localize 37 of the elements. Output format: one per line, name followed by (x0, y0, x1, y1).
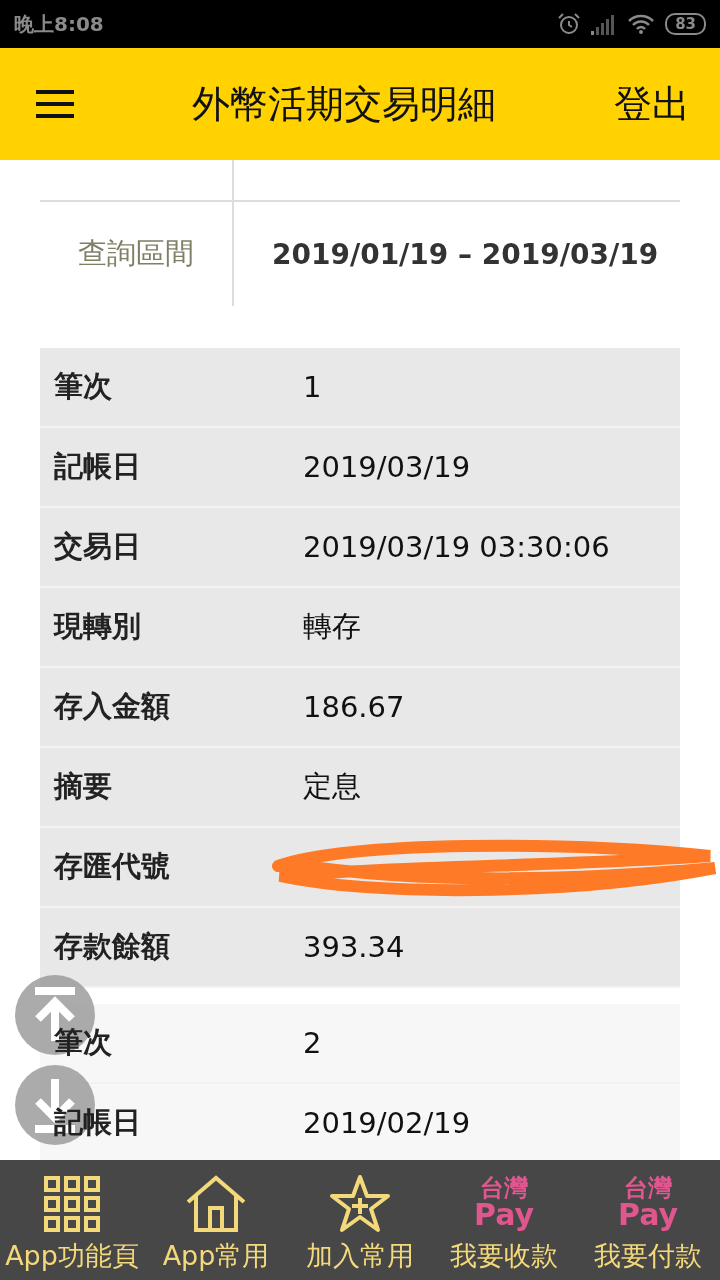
field-value: 2019/02/19 (303, 1106, 471, 1140)
field-value: 186.67 (303, 690, 405, 724)
field-value: 1 (303, 370, 322, 404)
field-label: 存款餘額 (54, 928, 171, 965)
nav-item[interactable]: 加入常用 (288, 1160, 432, 1280)
wifi-icon (627, 13, 656, 35)
nav-item[interactable]: 台灣 Pay 我要收款 (432, 1160, 576, 1280)
pay-logo: 台灣 Pay (473, 1173, 535, 1234)
home-icon (184, 1174, 248, 1234)
pay-logo: 台灣 Pay (617, 1173, 679, 1234)
field-value: 轉存 (303, 608, 361, 645)
field-label: 現轉別 (54, 608, 142, 645)
field-value: 2019/03/19 (303, 450, 471, 484)
field-label: 筆次 (54, 368, 113, 405)
nav-item[interactable]: App常用 (144, 1160, 288, 1280)
field-label: 摘要 (54, 768, 113, 805)
field-value: 393.34 (303, 930, 405, 964)
battery-indicator: 83 (665, 13, 706, 35)
query-value: 2019/01/19 – 2019/03/19 (271, 237, 659, 271)
field-label: 筆次 (54, 1024, 113, 1061)
menu-icon[interactable] (36, 89, 74, 119)
star-plus-icon (329, 1174, 391, 1234)
field-value: 定息 (303, 768, 361, 805)
field-value: 2019/03/19 03:30:06 (303, 530, 610, 564)
query-label: 查詢區間 (78, 235, 194, 272)
logout-button[interactable]: 登出 (614, 78, 690, 130)
status-time: 晚上8:08 (14, 10, 104, 38)
field-label: 存入金額 (54, 688, 171, 725)
grid-icon (42, 1174, 102, 1234)
field-value: 2 (303, 1026, 322, 1060)
field-label: 記帳日 (54, 448, 142, 485)
field-label: 交易日 (54, 528, 142, 565)
nav-item[interactable]: 台灣 Pay 我要付款 (576, 1160, 720, 1280)
nav-item[interactable]: App功能頁 (0, 1160, 144, 1280)
alarm-icon (557, 12, 582, 36)
page-title: 外幣活期交易明細 (191, 80, 497, 128)
field-label: 存匯代號 (54, 848, 171, 885)
